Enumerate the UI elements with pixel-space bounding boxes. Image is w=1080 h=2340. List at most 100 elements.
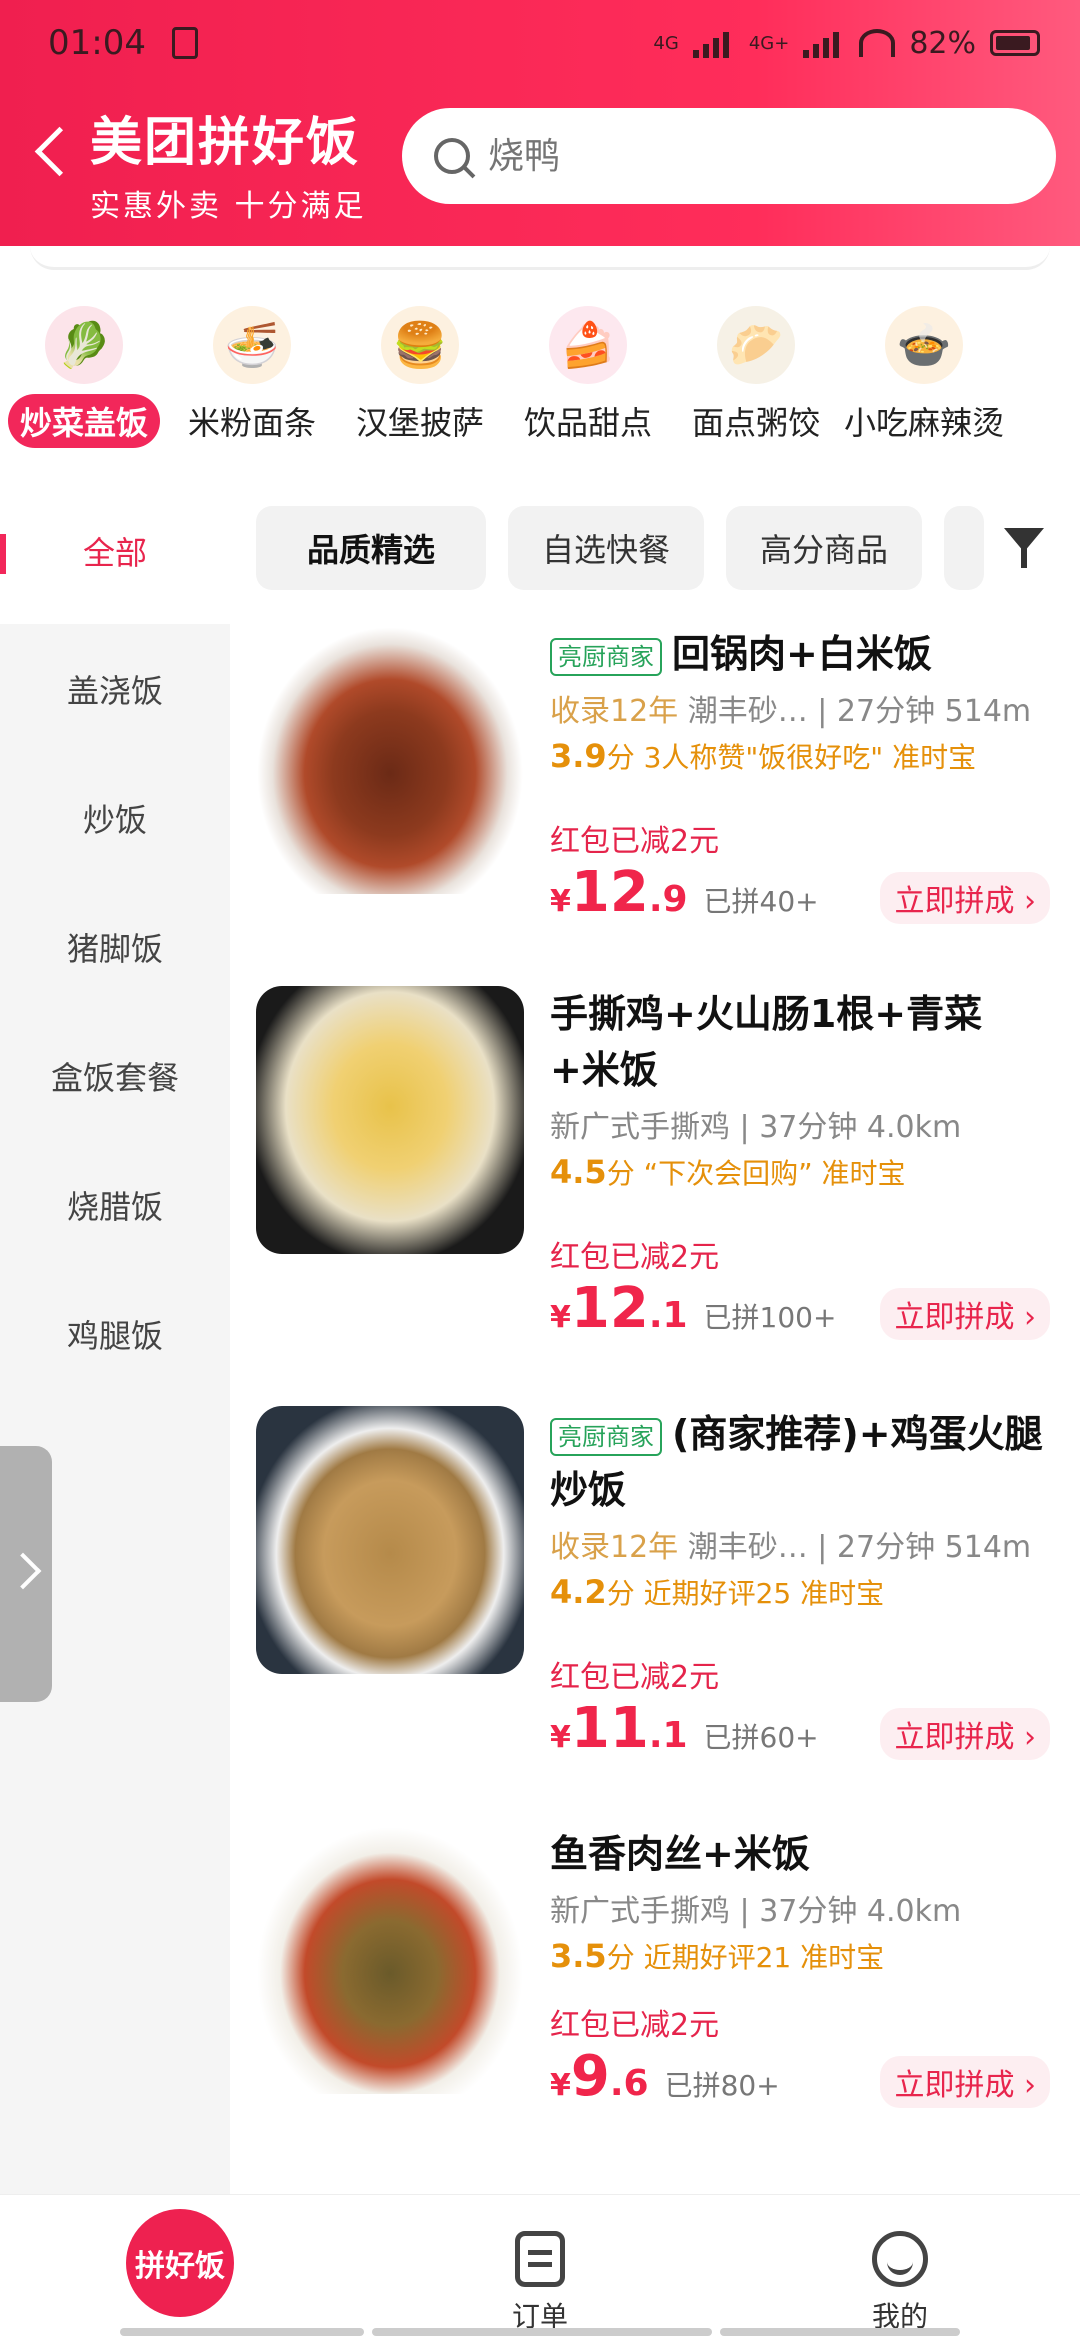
app-header: 01:04 4G 4G+ 82% 美团拼好饭 实惠外卖 十分满足 [0,0,1080,246]
score-line: 3.5分 近期好评21 准时宝 [550,1937,885,1975]
status-bar: 01:04 4G 4G+ 82% [48,18,1040,68]
join-button[interactable]: 立即拼成 › [880,1288,1050,1340]
brand-block: 美团拼好饭 实惠外卖 十分满足 [90,100,367,225]
dish-image [256,1406,524,1674]
signal-4gplus-label: 4G+ [748,32,790,54]
dish-image [256,986,524,1254]
join-button[interactable]: 立即拼成 › [880,2056,1050,2108]
burger-icon: 🍔 [381,306,459,384]
price: ¥11.1 [550,1696,688,1761]
banner-edge [30,246,1050,270]
price: ¥12.1 [550,1276,688,1341]
order-icon [515,2231,565,2287]
search-input[interactable] [488,135,1008,177]
category-label: 炒菜盖饭 [7,394,160,448]
tab-home[interactable]: 拼好饭 [126,2209,234,2317]
product-title: 亮厨商家 (商家推荐)+鸡蛋火腿炒饭 [550,1412,1043,1512]
product-list: 亮厨商家 回锅肉+白米饭 收录12年 潮丰砂… | 27分钟 514m 3.9分 … [230,624,1080,2194]
sidebar-item[interactable]: 盒饭套餐 [0,1011,230,1140]
category-item[interactable]: 🍜 米粉面条 [168,306,336,448]
promo-text: 红包已减2元 [550,1660,720,1695]
tab-bar: 拼好饭 订单 我的 [0,2194,1080,2340]
category-item[interactable]: 🥟 面点粥饺 [672,306,840,448]
chip-high-score[interactable]: 高分商品 [726,506,922,590]
signal-4g-label: 4G [653,32,679,54]
score-line: 4.2分 近期好评25 准时宝 [550,1573,885,1611]
promo-text: 红包已减2元 [550,1240,720,1275]
join-button[interactable]: 立即拼成 › [880,872,1050,924]
sold-count: 已拼40+ [703,885,819,918]
category-bar: 🥬 炒菜盖饭 🍜 米粉面条 🍔 汉堡披萨 🍰 饮品甜点 🥟 面点粥饺 🍲 小吃麻辣烫 [0,246,1080,476]
page-subtitle: 实惠外卖 十分满足 [90,189,367,224]
expand-handle[interactable] [0,1446,52,1702]
filter-bar: 全部 品质精选 自选快餐 高分商品 [0,476,1080,624]
promo-text: 红包已减2元 [550,824,720,859]
price: ¥12.9 [550,860,688,925]
shop-meta: 收录12年 潮丰砂… | 27分钟 514m [550,694,1032,729]
category-item[interactable]: 🍲 小吃麻辣烫 [840,306,1008,448]
sidebar-item[interactable]: 炒饭 [0,753,230,882]
status-time: 01:04 [48,23,146,63]
category-item[interactable]: 🍔 汉堡披萨 [336,306,504,448]
tab-orders[interactable]: 订单 [480,2231,600,2335]
dessert-icon: 🍰 [549,306,627,384]
product-title: 手撕鸡+火山肠1根+青菜+米饭 [550,992,983,1092]
noodle-icon: 🍜 [213,306,291,384]
category-item[interactable]: 🍰 饮品甜点 [504,306,672,448]
shop-meta: 收录12年 潮丰砂… | 27分钟 514m [550,1530,1032,1565]
category-item[interactable]: 🥬 炒菜盖饭 [0,306,168,448]
sidebar-item[interactable]: 鸡腿饭 [0,1269,230,1398]
category-label: 面点粥饺 [691,404,820,442]
sim-icon [171,27,198,59]
product-title: 亮厨商家 回锅肉+白米饭 [550,626,1050,682]
shop-meta: 新广式手撕鸡 | 37分钟 4.0km [550,1110,962,1145]
search-icon [434,138,470,174]
score-line: 3.9分 3人称赞"饭很好吃" 准时宝 [550,737,977,775]
sidebar: 盖浇饭 炒饭 猪脚饭 盒饭套餐 烧腊饭 鸡腿饭 [0,624,230,2194]
signal-icon-2 [803,28,845,58]
hotpot-icon: 🍲 [885,306,963,384]
price-line: ¥12.9 已拼40+ 立即拼成 › [550,860,1050,925]
sold-count: 已拼80+ [664,2069,780,2102]
sold-count: 已拼60+ [703,1721,819,1754]
tab-me[interactable]: 我的 [840,2231,960,2335]
dish-image [256,626,524,894]
chip-self-select[interactable]: 自选快餐 [508,506,704,590]
chip-quality[interactable]: 品质精选 [256,506,486,590]
nav-indicator [120,2328,364,2336]
price-line: ¥11.1 已拼60+ 立即拼成 › [550,1696,1050,1761]
promo-text: 红包已减2元 [550,2008,720,2043]
product-title: 鱼香肉丝+米饭 [550,1832,810,1876]
back-arrow-icon[interactable] [32,130,72,170]
nav-indicator [720,2328,960,2336]
price-line: ¥12.1 已拼100+ 立即拼成 › [550,1276,1050,1341]
search-bar[interactable] [402,108,1056,204]
stir-fry-icon: 🥬 [45,306,123,384]
page-title: 美团拼好饭 [90,113,361,173]
chip-more[interactable] [944,506,984,590]
dish-image [256,1826,524,2094]
category-label: 米粉面条 [187,404,316,442]
category-label: 汉堡披萨 [355,404,484,442]
sold-count: 已拼100+ [703,1301,837,1334]
profile-icon [872,2231,928,2287]
filter-icon[interactable] [1004,528,1044,570]
shop-meta: 新广式手撕鸡 | 37分钟 4.0km [550,1894,962,1929]
merchant-tag: 亮厨商家 [550,637,662,676]
sidebar-item[interactable]: 烧腊饭 [0,1140,230,1269]
wifi-icon [859,29,896,57]
sidebar-item-all[interactable]: 全部 [0,516,230,586]
sidebar-item[interactable]: 盖浇饭 [0,624,230,753]
battery-percent: 82% [909,25,976,61]
price-line: ¥9.6 已拼80+ 立即拼成 › [550,2044,1050,2109]
signal-icon [692,28,735,58]
price: ¥9.6 [550,2044,649,2109]
score-line: 4.5分 “下次会回购” 准时宝 [550,1153,906,1191]
battery-icon [990,30,1040,56]
nav-indicator [372,2328,712,2336]
sidebar-item[interactable]: 猪脚饭 [0,882,230,1011]
join-button[interactable]: 立即拼成 › [880,1708,1050,1760]
dumpling-icon: 🥟 [717,306,795,384]
category-label: 饮品甜点 [523,404,652,442]
merchant-tag: 亮厨商家 [550,1417,662,1456]
